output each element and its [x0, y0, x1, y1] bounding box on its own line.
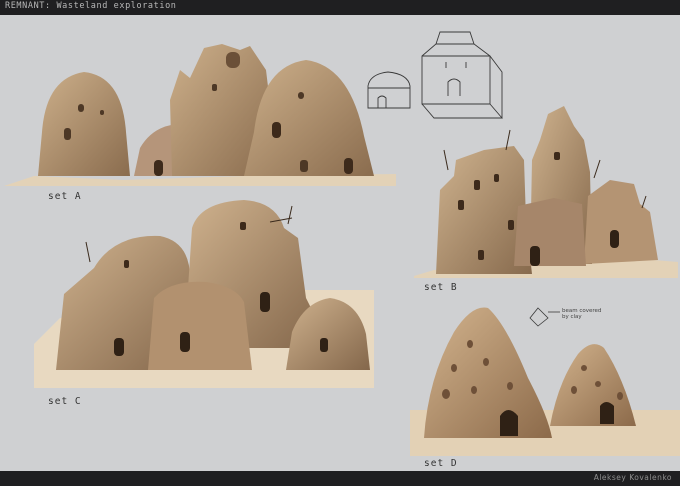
- set-a-illustration: [4, 44, 396, 186]
- page-title: REMNANT: Wasteland exploration: [5, 1, 177, 11]
- header-bar: REMNANT: Wasteland exploration: [0, 0, 680, 15]
- set-b-label: set B: [424, 282, 458, 293]
- set-d-illustration: [410, 307, 680, 456]
- set-d-label: set D: [424, 458, 458, 469]
- set-d-annotation: beam covered by clay: [562, 308, 602, 320]
- set-c-illustration: [34, 200, 374, 388]
- set-b-illustration: [414, 106, 678, 278]
- footer-bar: Aleksey Kovalenko: [0, 471, 680, 486]
- author-credit: Aleksey Kovalenko: [593, 473, 672, 482]
- set-c-label: set C: [48, 396, 82, 407]
